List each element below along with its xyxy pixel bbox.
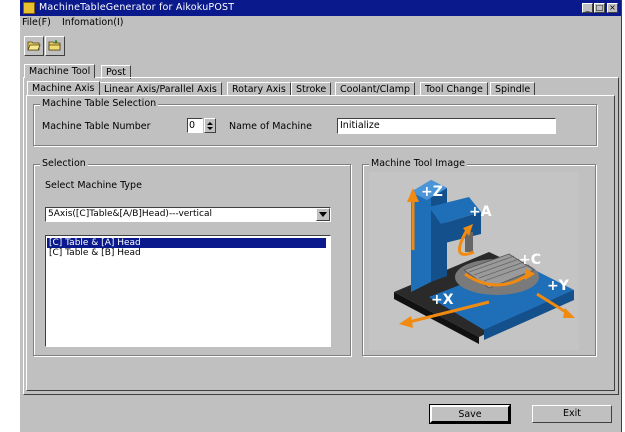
machine-name-input[interactable]: Initialize [337,118,556,134]
tab-spindle[interactable]: Spindle [490,82,536,96]
save-button[interactable]: Save [429,404,511,424]
machine-variant-list[interactable]: [C] Table & [A] Head [C] Table & [B] Hea… [45,235,331,347]
machine-type-dropdown[interactable]: 5Axis([C]Table&[A/B]Head)---vertical [45,207,331,222]
dropdown-arrow-button[interactable] [316,208,330,221]
list-item[interactable]: [C] Table & [A] Head [47,238,326,248]
machine-tool-image: +Z +A +C +X +Y [369,172,579,350]
chevron-down-icon [319,212,327,217]
machine-table-number-input[interactable]: 0 [187,118,203,133]
app-icon [23,2,35,14]
menu-file[interactable]: File(F) [22,17,51,28]
minimize-button[interactable]: _ [582,3,593,13]
axis-label-y: +Y [547,278,570,294]
close-button[interactable]: × [607,3,618,13]
window-title: MachineTableGenerator for AikokuPOST [39,2,235,13]
folder-icon [48,40,61,51]
axis-label-a: +A [469,204,492,220]
tab-machine-axis[interactable]: Machine Axis [27,81,100,95]
tab-stroke[interactable]: Stroke [291,82,332,96]
tab-coolant-clamp[interactable]: Coolant/Clamp [335,82,416,96]
machine-type-value: 5Axis([C]Table&[A/B]Head)---vertical [48,209,212,219]
machine-image-group-title: Machine Tool Image [369,158,468,169]
tab-rotary-axis[interactable]: Rotary Axis [227,82,291,96]
axis-label-z: +Z [421,184,443,200]
machine-table-group-title: Machine Table Selection [40,98,159,109]
axis-label-c: +C [519,252,541,268]
tab-tool-change[interactable]: Tool Change [420,82,488,96]
machine-type-label: Select Machine Type [45,180,142,191]
machine-name-value: Initialize [340,120,380,131]
folder-button[interactable] [45,36,65,56]
tab-machine-tool[interactable]: Machine Tool [24,64,96,78]
list-item[interactable]: [C] Table & [B] Head [47,248,141,258]
maximize-button[interactable]: □ [594,3,605,13]
tab-linear-axis[interactable]: Linear Axis/Parallel Axis [99,82,222,96]
menu-bar: File(F) Infomation(I) [20,16,621,29]
menu-information[interactable]: Infomation(I) [62,17,123,28]
exit-button[interactable]: Exit [532,405,612,423]
open-file-button[interactable] [24,36,44,56]
folder-open-icon [27,41,41,51]
machine-name-label: Name of Machine [229,121,312,132]
machine-table-number-value: 0 [189,120,196,131]
spinner-arrows-icon [207,122,213,130]
machine-table-number-label: Machine Table Number [42,121,151,132]
machine-illustration: +Z +A +C +X +Y [394,180,575,344]
selection-group-title: Selection [40,158,88,169]
app-window: MachineTableGenerator for AikokuPOST _ □… [20,0,622,432]
axis-label-x: +X [431,292,454,308]
number-spinner[interactable] [204,118,216,133]
title-bar[interactable]: MachineTableGenerator for AikokuPOST _ □… [20,0,621,16]
